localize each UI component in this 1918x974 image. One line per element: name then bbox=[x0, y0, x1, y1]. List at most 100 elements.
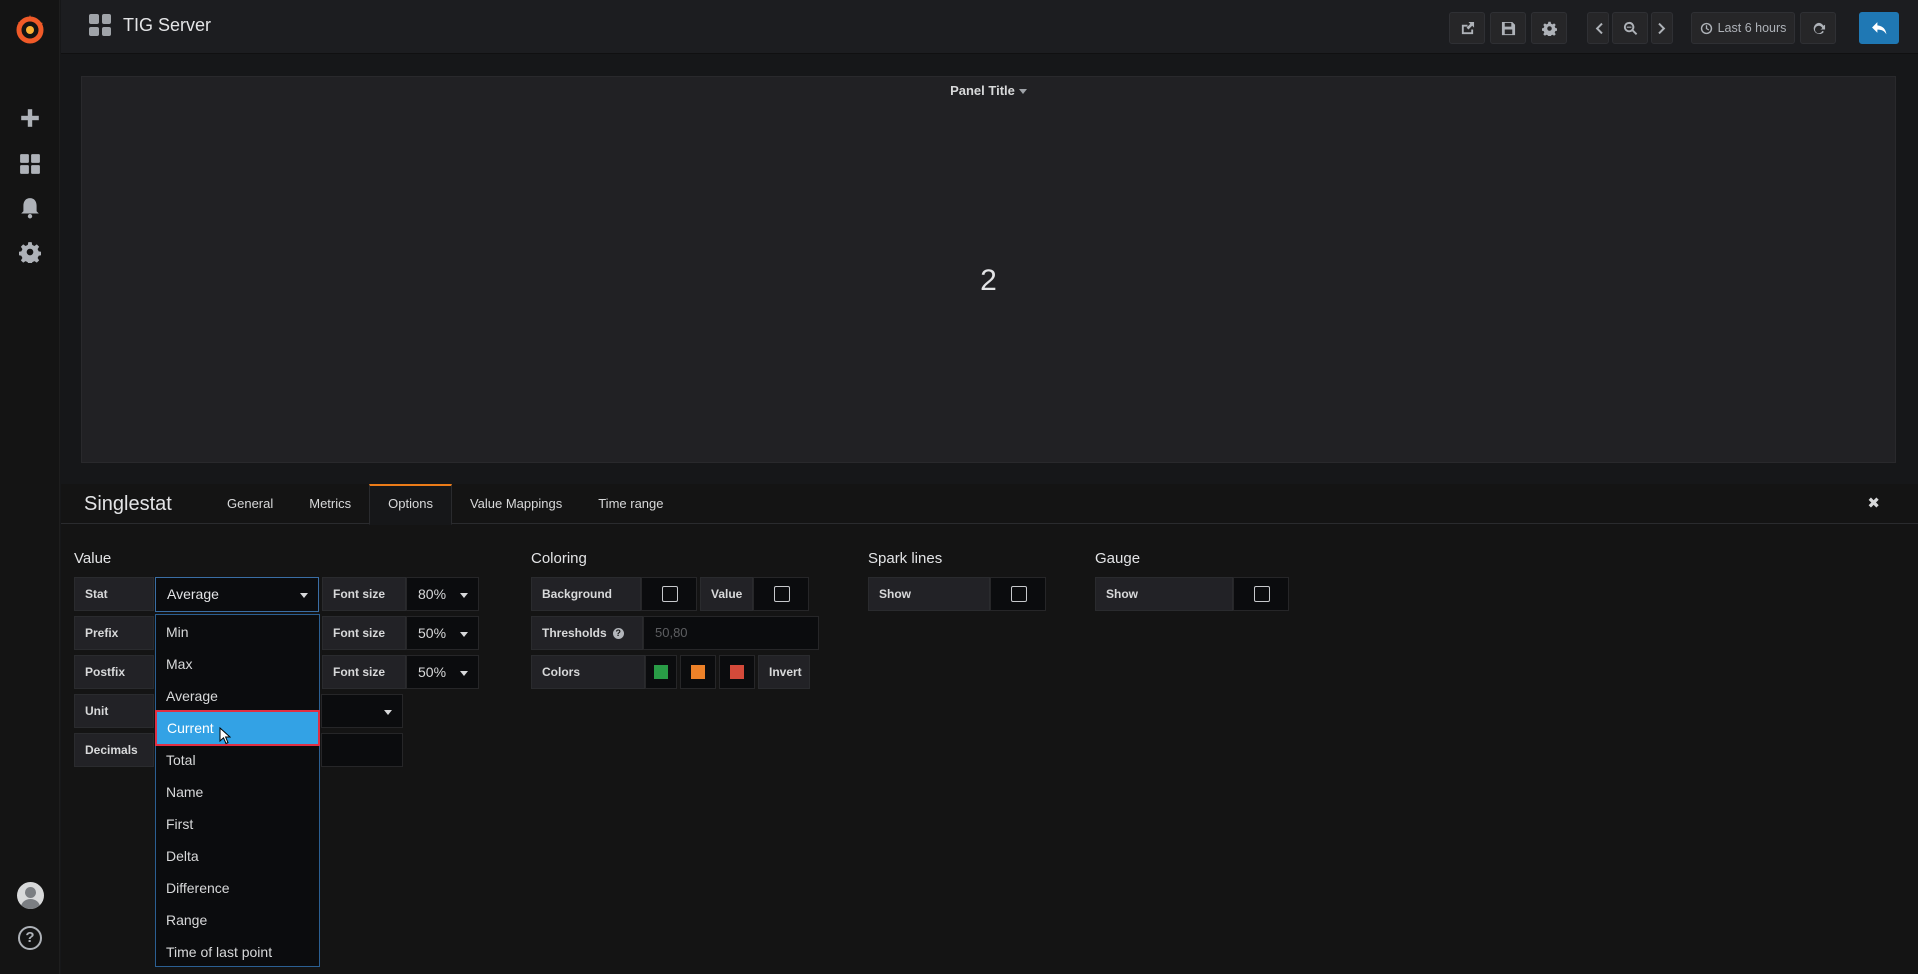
background-checkbox-cell bbox=[641, 577, 697, 611]
dropdown-item-min[interactable]: Min bbox=[156, 616, 319, 648]
thresholds-label: Thresholds? bbox=[531, 616, 643, 650]
tab-general[interactable]: General bbox=[209, 484, 291, 524]
spark-lines-section-title: Spark lines bbox=[868, 550, 943, 567]
color-swatch-cell-3 bbox=[719, 655, 755, 689]
coloring-value-checkbox-cell bbox=[753, 577, 809, 611]
panel-editor: Singlestat General Metrics Options Value… bbox=[61, 484, 1918, 974]
unit-label: Unit bbox=[74, 694, 154, 728]
settings-button[interactable] bbox=[1531, 12, 1567, 44]
value-font-size-value: 80% bbox=[418, 586, 447, 602]
back-arrow-icon bbox=[1871, 21, 1886, 34]
zoom-out-button[interactable] bbox=[1612, 12, 1648, 44]
save-icon bbox=[1501, 21, 1515, 35]
time-shift-back-button[interactable] bbox=[1587, 12, 1609, 44]
panel-title-text: Panel Title bbox=[950, 83, 1015, 98]
dashboards-grid-icon[interactable] bbox=[18, 152, 42, 176]
share-button[interactable] bbox=[1449, 12, 1485, 44]
help-icon[interactable]: ? bbox=[612, 628, 624, 640]
close-icon[interactable]: ✖ bbox=[1867, 494, 1880, 512]
time-range-label: Last 6 hours bbox=[1717, 21, 1787, 35]
postfix-font-size-value: 50% bbox=[418, 664, 447, 680]
panel-title[interactable]: Panel Title bbox=[82, 83, 1895, 98]
caret-down-icon bbox=[300, 593, 308, 598]
stat-selected-value: Average bbox=[167, 586, 219, 602]
save-button[interactable] bbox=[1490, 12, 1526, 44]
stat-select[interactable]: Average bbox=[155, 577, 319, 612]
editor-title: Singlestat bbox=[84, 493, 172, 515]
stat-dropdown-menu: Min Max Average Current Total Name First… bbox=[155, 614, 320, 967]
tab-options[interactable]: Options bbox=[369, 484, 452, 525]
postfix-font-size-label: Font size bbox=[322, 655, 406, 689]
spark-lines-show-checkbox[interactable] bbox=[1011, 586, 1027, 602]
share-icon bbox=[1461, 21, 1474, 34]
caret-down-icon bbox=[460, 671, 468, 676]
postfix-font-size-select[interactable]: 50% bbox=[406, 655, 479, 689]
decimals-label: Decimals bbox=[74, 733, 154, 767]
help-icon[interactable]: ? bbox=[18, 926, 42, 950]
dropdown-item-average[interactable]: Average bbox=[156, 680, 319, 712]
caret-down-icon bbox=[384, 710, 392, 715]
dropdown-item-time-of-last-point[interactable]: Time of last point bbox=[156, 936, 319, 968]
grafana-logo-icon[interactable] bbox=[12, 12, 48, 48]
dropdown-item-range[interactable]: Range bbox=[156, 904, 319, 936]
prefix-label: Prefix bbox=[74, 616, 154, 650]
time-range-picker[interactable]: Last 6 hours bbox=[1691, 12, 1795, 44]
side-menu: ? bbox=[0, 0, 60, 974]
mouse-cursor-icon bbox=[219, 727, 231, 745]
dropdown-item-current[interactable]: Current bbox=[155, 710, 320, 746]
dropdown-item-delta[interactable]: Delta bbox=[156, 840, 319, 872]
value-font-size-label: Font size bbox=[322, 577, 406, 611]
top-navbar: TIG Server Last 6 hours bbox=[61, 0, 1918, 54]
dashboard-title[interactable]: TIG Server bbox=[89, 14, 211, 36]
decimals-input[interactable] bbox=[321, 733, 403, 767]
gauge-section-title: Gauge bbox=[1095, 550, 1141, 567]
zoom-out-icon bbox=[1623, 21, 1637, 35]
back-to-dashboard-button[interactable] bbox=[1859, 12, 1899, 44]
color-swatch-orange[interactable] bbox=[691, 665, 705, 679]
gauge-checkbox-cell bbox=[1233, 577, 1289, 611]
caret-down-icon bbox=[460, 632, 468, 637]
spark-lines-checkbox-cell bbox=[990, 577, 1046, 611]
coloring-value-label: Value bbox=[700, 577, 753, 611]
prefix-font-size-select[interactable]: 50% bbox=[406, 616, 479, 650]
refresh-button[interactable] bbox=[1800, 12, 1836, 44]
editor-header: Singlestat General Metrics Options Value… bbox=[61, 484, 1918, 525]
background-label: Background bbox=[531, 577, 641, 611]
color-swatch-red[interactable] bbox=[730, 665, 744, 679]
gear-icon bbox=[1541, 21, 1557, 36]
tab-time-range[interactable]: Time range bbox=[580, 484, 681, 524]
tab-value-mappings[interactable]: Value Mappings bbox=[452, 484, 580, 524]
spark-lines-show-label: Show bbox=[868, 577, 990, 611]
dropdown-item-total[interactable]: Total bbox=[156, 744, 319, 776]
time-shift-forward-button[interactable] bbox=[1651, 12, 1673, 44]
gauge-show-label: Show bbox=[1095, 577, 1233, 611]
postfix-label: Postfix bbox=[74, 655, 154, 689]
value-font-size-select[interactable]: 80% bbox=[406, 577, 479, 611]
refresh-icon bbox=[1813, 22, 1825, 34]
value-section-title: Value bbox=[74, 550, 112, 567]
singlestat-panel: Panel Title 2 bbox=[81, 76, 1896, 463]
dashboards-grid-icon bbox=[89, 14, 111, 36]
gear-icon[interactable] bbox=[18, 240, 42, 264]
dropdown-item-max[interactable]: Max bbox=[156, 648, 319, 680]
coloring-section-title: Coloring bbox=[531, 550, 587, 567]
color-swatch-green[interactable] bbox=[654, 665, 668, 679]
editor-tabs: General Metrics Options Value Mappings T… bbox=[209, 484, 682, 525]
unit-select[interactable] bbox=[321, 694, 403, 728]
thresholds-input[interactable]: 50,80 bbox=[643, 616, 819, 650]
avatar[interactable] bbox=[17, 882, 44, 909]
caret-down-icon bbox=[1018, 89, 1027, 95]
colors-label: Colors bbox=[531, 655, 645, 689]
coloring-value-checkbox[interactable] bbox=[774, 586, 790, 602]
invert-button[interactable]: Invert bbox=[758, 655, 810, 689]
dropdown-item-first[interactable]: First bbox=[156, 808, 319, 840]
dropdown-item-difference[interactable]: Difference bbox=[156, 872, 319, 904]
plus-icon[interactable] bbox=[18, 106, 42, 130]
dropdown-item-name[interactable]: Name bbox=[156, 776, 319, 808]
prefix-font-size-label: Font size bbox=[322, 616, 406, 650]
bell-icon[interactable] bbox=[18, 196, 42, 220]
tab-metrics[interactable]: Metrics bbox=[291, 484, 369, 524]
color-swatch-cell-2 bbox=[680, 655, 716, 689]
gauge-show-checkbox[interactable] bbox=[1254, 586, 1270, 602]
background-checkbox[interactable] bbox=[662, 586, 678, 602]
